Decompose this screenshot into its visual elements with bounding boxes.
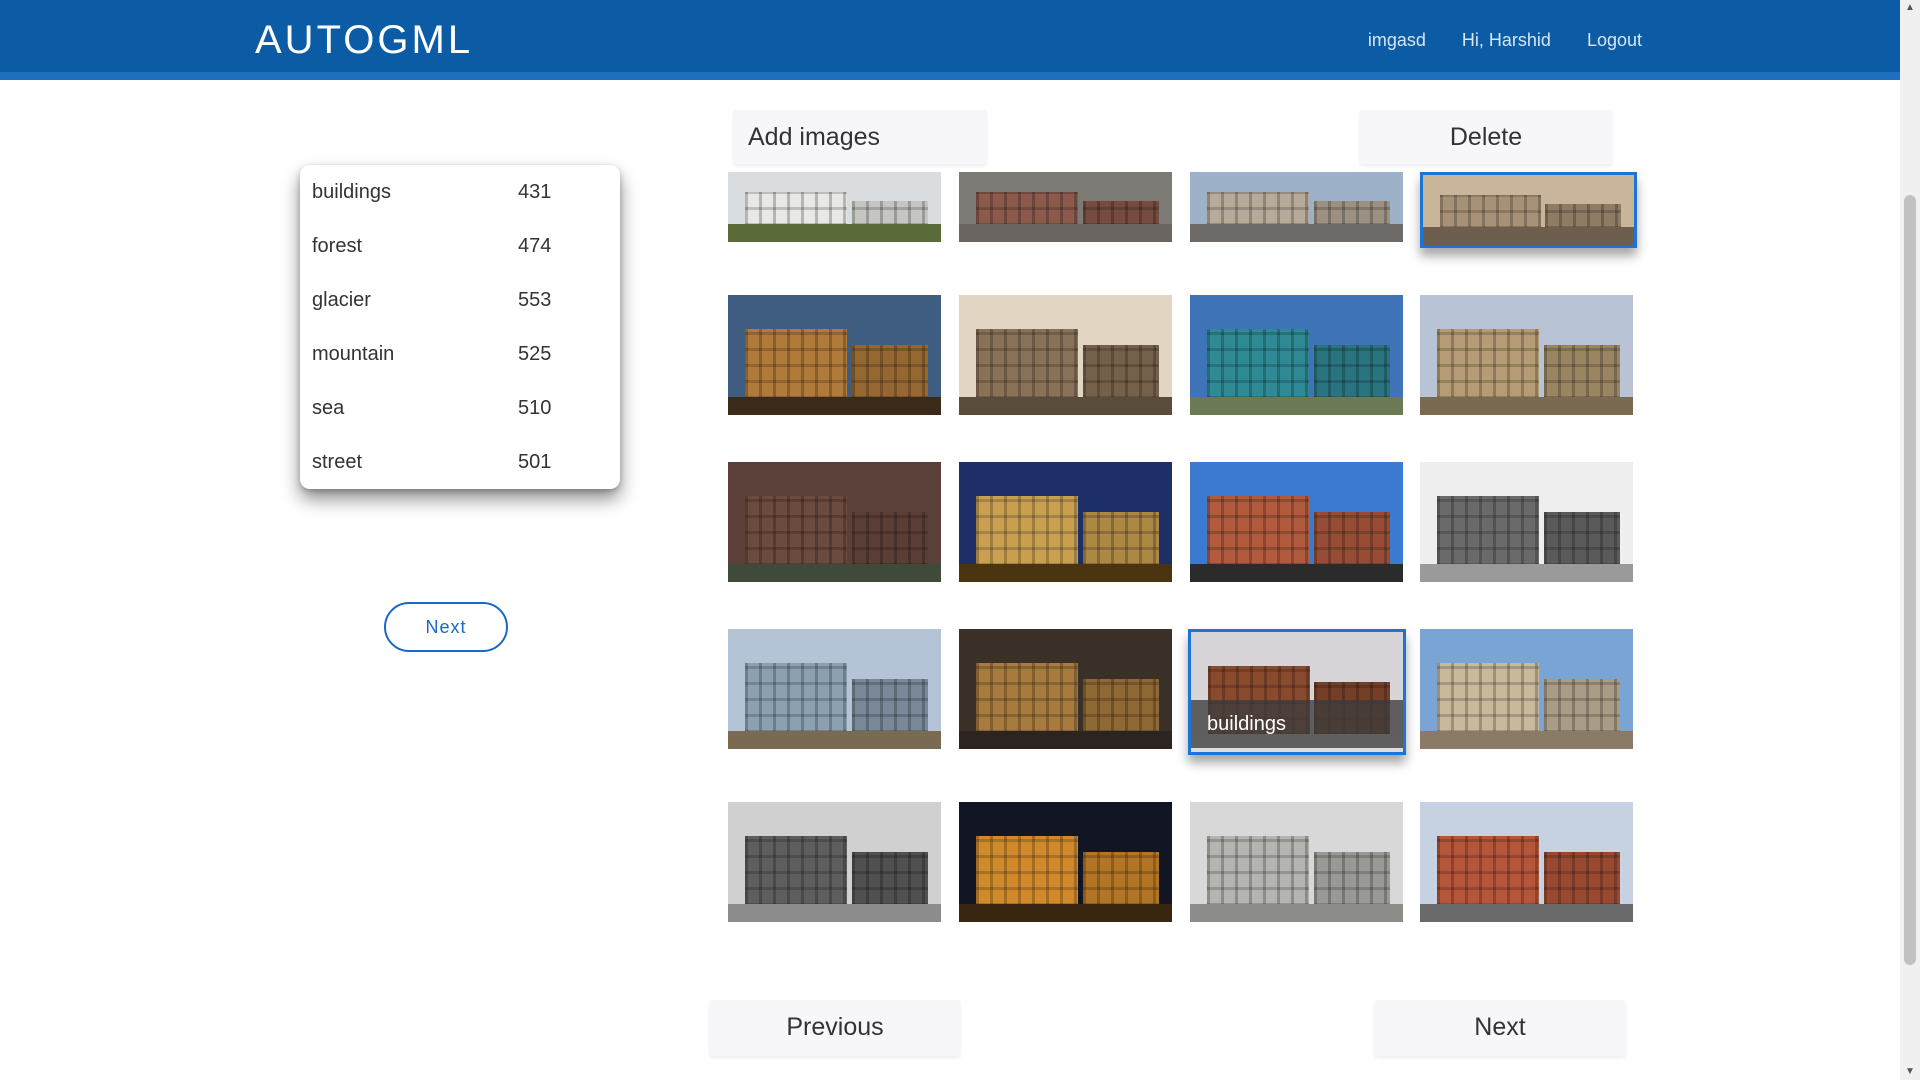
gallery-image[interactable]	[1420, 629, 1633, 749]
gallery-image[interactable]	[1420, 462, 1633, 582]
gallery-image[interactable]	[728, 462, 941, 582]
previous-page-button[interactable]: Previous	[710, 1000, 960, 1056]
gallery-image[interactable]	[728, 802, 941, 922]
class-count: 501	[518, 451, 552, 473]
previous-label: Previous	[786, 1013, 884, 1041]
gallery-image[interactable]	[1420, 295, 1633, 415]
gallery-image[interactable]	[1190, 295, 1403, 415]
class-row[interactable]: street 501	[300, 435, 620, 489]
class-label: glacier	[312, 289, 371, 311]
class-count: 553	[518, 289, 552, 311]
class-count: 474	[518, 235, 552, 257]
class-label: street	[312, 451, 363, 473]
gallery-image[interactable]	[1420, 172, 1637, 248]
gallery-image[interactable]	[1190, 802, 1403, 922]
scroll-up-arrow-icon[interactable]: ▲	[1900, 0, 1920, 16]
class-count: 510	[518, 397, 552, 419]
add-images-label: Add images	[748, 123, 881, 151]
class-count: 431	[518, 181, 552, 203]
image-class-caption: buildings	[1191, 700, 1403, 748]
gallery-image[interactable]	[1190, 172, 1403, 242]
scroll-thumb[interactable]	[1904, 195, 1916, 965]
class-count: 525	[518, 343, 552, 365]
gallery-image[interactable]: buildings	[1188, 629, 1406, 755]
class-row[interactable]: buildings 431	[300, 165, 620, 219]
gallery-image[interactable]	[959, 629, 1172, 749]
nav-link-dataset[interactable]: imgasd	[1368, 30, 1426, 51]
class-label: forest	[312, 235, 363, 257]
gallery-image[interactable]	[1420, 802, 1633, 922]
class-row[interactable]: forest 474	[300, 219, 620, 273]
image-class-label: buildings	[1207, 713, 1286, 735]
delete-button[interactable]: Delete	[1360, 110, 1612, 164]
gallery-image[interactable]	[728, 295, 941, 415]
scroll-down-arrow-icon[interactable]: ▼	[1900, 1064, 1920, 1080]
page-scrollbar[interactable]: ▲ ▼	[1900, 0, 1920, 1080]
class-row[interactable]: sea 510	[300, 381, 620, 435]
gallery-image[interactable]	[959, 295, 1172, 415]
nav-links: imgasd Hi, Harshid Logout	[1368, 30, 1642, 51]
class-label: buildings	[312, 181, 391, 203]
nav-link-logout[interactable]: Logout	[1587, 30, 1642, 51]
gallery-image[interactable]	[728, 629, 941, 749]
class-label: mountain	[312, 343, 395, 365]
class-row[interactable]: mountain 525	[300, 327, 620, 381]
gallery-image[interactable]	[728, 172, 941, 242]
gallery-image[interactable]	[959, 462, 1172, 582]
top-navbar: AUTOGML imgasd Hi, Harshid Logout	[0, 0, 1900, 80]
sidebar-next-button[interactable]: Next	[384, 602, 508, 652]
class-row[interactable]: glacier 553	[300, 273, 620, 327]
gallery-image[interactable]	[959, 172, 1172, 242]
class-label: sea	[312, 397, 345, 419]
delete-label: Delete	[1449, 123, 1523, 151]
brand-logo[interactable]: AUTOGML	[255, 18, 473, 63]
nav-link-user[interactable]: Hi, Harshid	[1462, 30, 1551, 51]
next-label: Next	[1474, 1013, 1526, 1041]
add-images-button[interactable]: Add images	[734, 110, 986, 164]
next-page-button[interactable]: Next	[1375, 1000, 1625, 1056]
gallery-image[interactable]	[959, 802, 1172, 922]
gallery-image[interactable]	[1190, 462, 1403, 582]
class-count-card: buildings 431 forest 474 glacier 553 mou…	[300, 165, 620, 489]
